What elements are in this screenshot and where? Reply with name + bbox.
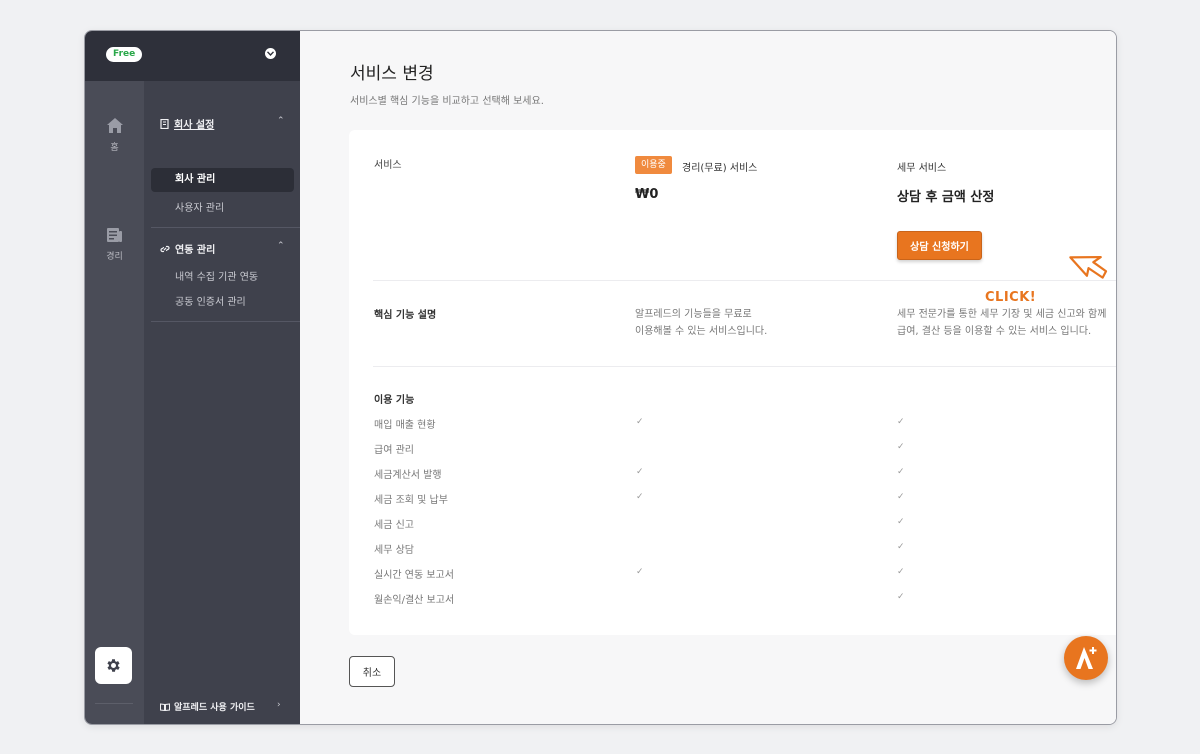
rail-home-label: 홈 [110, 143, 119, 153]
alfred-assistant-button[interactable] [1064, 636, 1108, 680]
feature-row-name: 실시간 연동 보고서 [374, 570, 454, 581]
feature-row-name: 매입 매출 현황 [374, 420, 436, 431]
free-check-icon: ✓ [636, 417, 644, 427]
feature-row-name: 세금 조회 및 납부 [374, 495, 448, 506]
free-desc-line: 알프레드의 기능들을 무료로 [635, 309, 752, 320]
app-window: Free 홈 경리 회사 설정 ⌃ 회사 관리 사용자 관리 연동 관리 ⌃ 내… [84, 30, 1117, 725]
tax-desc-line: 급여, 결산 등을 이용할 수 있는 서비스 입니다. [897, 326, 1092, 337]
tax-plan-description: 세무 전문가를 통한 세무 기장 및 세금 신고와 함께 급여, 결산 등을 이… [897, 306, 1116, 340]
cancel-button[interactable]: 취소 [349, 656, 395, 687]
rail-ledger-label: 경리 [106, 252, 123, 262]
chevron-up-icon[interactable]: ⌃ [277, 116, 285, 126]
free-desc-line: 이용해볼 수 있는 서비스입니다. [635, 326, 768, 337]
service-label: 서비스 [374, 160, 402, 171]
tax-plan-price: 상담 후 금액 산정 [897, 190, 995, 205]
tax-check-icon: ✓ [897, 517, 905, 527]
alfred-logo-icon [1076, 647, 1097, 669]
pointer-cursor-icon [1069, 255, 1108, 279]
menu-user-manage[interactable]: 사용자 관리 [175, 199, 224, 214]
chevron-down-icon[interactable] [265, 48, 276, 59]
feature-row-name: 월손익/결산 보고서 [374, 595, 455, 606]
plan-badge: Free [106, 47, 143, 62]
page-subtitle: 서비스별 핵심 기능을 비교하고 선택해 보세요. [350, 96, 544, 107]
apply-consultation-button[interactable]: 상담 신청하기 [897, 231, 982, 260]
tax-check-icon: ✓ [897, 492, 905, 502]
free-plan-price: ₩0 [635, 187, 659, 202]
in-use-badge: 이용중 [635, 156, 672, 174]
free-plan-description: 알프레드의 기능들을 무료로 이용해볼 수 있는 서비스입니다. [635, 306, 875, 340]
chevron-right-icon[interactable]: › [277, 700, 281, 710]
tax-plan-name: 세무 서비스 [897, 163, 947, 174]
tax-desc-line: 세무 전문가를 통한 세무 기장 및 세금 신고와 함께 [897, 309, 1107, 320]
gear-icon [107, 659, 120, 672]
click-annotation: CLICK! [985, 290, 1037, 305]
row-divider [373, 280, 1116, 281]
menu-institution-link[interactable]: 내역 수집 기관 연동 [175, 268, 258, 283]
feature-row-name: 세금 신고 [374, 520, 414, 531]
free-check-icon: ✓ [636, 567, 644, 577]
newspaper-icon [107, 228, 122, 242]
link-settings-label: 연동 관리 [175, 245, 216, 256]
link-settings-group[interactable]: 연동 관리 [160, 241, 215, 256]
main-content: 서비스 변경 서비스별 핵심 기능을 비교하고 선택해 보세요. 서비스 이용중… [300, 31, 1116, 724]
user-guide-label: 알프레드 사용 가이드 [174, 703, 255, 713]
home-icon [106, 118, 123, 133]
menu-certificate-manage[interactable]: 공동 인증서 관리 [175, 293, 246, 308]
tax-check-icon: ✓ [897, 592, 905, 602]
row-divider [373, 366, 1116, 367]
chevron-up-icon[interactable]: ⌃ [277, 241, 285, 251]
tax-check-icon: ✓ [897, 417, 905, 427]
feature-row-name: 세금계산서 발행 [374, 470, 442, 481]
icon-rail: 홈 경리 [85, 81, 144, 724]
panel-divider [151, 321, 300, 322]
features-label: 이용 기능 [374, 395, 415, 406]
tax-check-icon: ✓ [897, 567, 905, 577]
core-feature-label: 핵심 기능 설명 [374, 310, 437, 321]
tax-check-icon: ✓ [897, 542, 905, 552]
free-check-icon: ✓ [636, 467, 644, 477]
rail-home[interactable]: 홈 [85, 117, 144, 153]
workspace-header[interactable]: Free [85, 31, 300, 81]
user-guide-link[interactable]: 알프레드 사용 가이드 [160, 700, 255, 713]
company-settings-group[interactable]: 회사 설정 [160, 116, 214, 131]
settings-button[interactable] [95, 647, 132, 684]
panel-divider [151, 227, 300, 228]
rail-ledger[interactable]: 경리 [85, 227, 144, 262]
free-check-icon: ✓ [636, 492, 644, 502]
company-settings-label: 회사 설정 [174, 120, 215, 131]
link-icon [160, 245, 170, 252]
settings-panel: 회사 설정 ⌃ 회사 관리 사용자 관리 연동 관리 ⌃ 내역 수집 기관 연동… [144, 81, 300, 724]
building-icon [160, 118, 169, 129]
menu-company-manage[interactable]: 회사 관리 [151, 168, 294, 192]
rail-divider [95, 703, 133, 704]
book-icon [160, 702, 170, 711]
free-plan-name: 경리(무료) 서비스 [682, 163, 758, 174]
feature-row-name: 세무 상담 [374, 545, 414, 556]
service-compare-card: 서비스 이용중 경리(무료) 서비스 ₩0 세무 서비스 상담 후 금액 산정 … [349, 130, 1116, 635]
tax-check-icon: ✓ [897, 467, 905, 477]
page-title: 서비스 변경 [350, 64, 434, 84]
tax-check-icon: ✓ [897, 442, 905, 452]
feature-row-name: 급여 관리 [374, 445, 414, 456]
